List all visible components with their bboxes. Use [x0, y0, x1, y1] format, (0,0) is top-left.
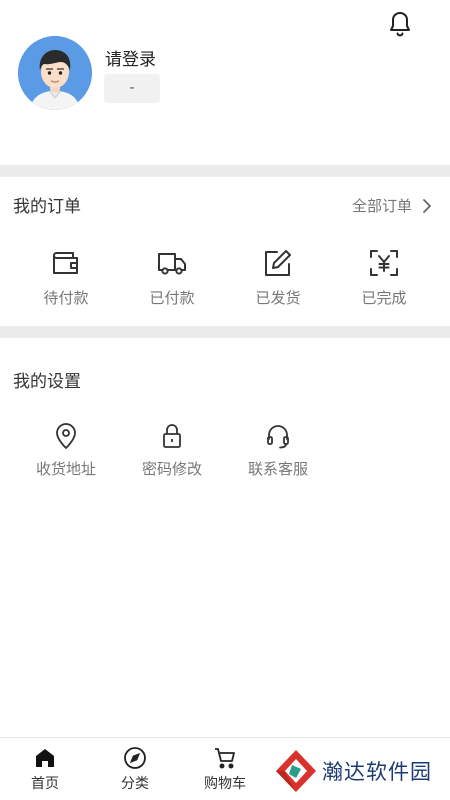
headset-icon — [267, 425, 289, 449]
order-status-label: 已完成 — [361, 289, 407, 307]
avatar-illustration — [18, 36, 92, 110]
tab-cart[interactable]: 购物车 — [180, 738, 270, 800]
tab-label: 首页 — [31, 776, 59, 792]
watermark: 瀚达软件园 — [270, 742, 450, 800]
login-prompt[interactable]: 请登录 — [105, 45, 156, 70]
order-status-label: 已付款 — [149, 289, 195, 307]
bell-icon[interactable] — [388, 10, 412, 38]
avatar[interactable] — [18, 36, 92, 110]
settings-section: 我的设置 收货地址 密码修改 联系客服 — [0, 338, 450, 737]
watermark-text: 瀚达软件园 — [322, 760, 432, 784]
order-status-pending-payment[interactable]: 待付款 — [13, 247, 119, 308]
wallet-icon — [53, 252, 78, 274]
tab-category[interactable]: 分类 — [90, 738, 180, 800]
orders-title: 我的订单 — [13, 197, 81, 217]
edit-icon — [265, 250, 291, 276]
cart-icon — [215, 748, 235, 769]
settings-item-label: 密码修改 — [141, 460, 202, 478]
user-level-badge: - — [104, 74, 160, 103]
settings-item-password[interactable]: 密码修改 — [119, 422, 225, 479]
divider — [0, 326, 450, 338]
settings-item-customer-service[interactable]: 联系客服 — [225, 422, 331, 479]
truck-icon — [158, 253, 186, 275]
all-orders-link[interactable]: 全部订单 — [352, 195, 432, 216]
order-status-label: 已发货 — [255, 289, 301, 307]
tab-label: 分类 — [121, 776, 149, 792]
settings-item-label: 收货地址 — [35, 460, 96, 478]
chevron-right-icon — [423, 198, 431, 213]
order-status-paid[interactable]: 已付款 — [119, 247, 225, 308]
order-status-completed[interactable]: 已完成 — [331, 247, 437, 308]
location-pin-icon — [56, 423, 76, 449]
lock-icon — [163, 424, 181, 448]
settings-item-label: 联系客服 — [247, 460, 308, 478]
watermark-logo — [276, 750, 316, 792]
tab-label: 购物车 — [204, 776, 246, 792]
tab-home[interactable]: 首页 — [0, 738, 90, 800]
all-orders-label: 全部订单 — [351, 197, 412, 215]
home-icon — [36, 749, 54, 767]
yen-scan-icon — [370, 250, 398, 276]
profile-header: 请登录 - — [0, 0, 450, 165]
settings-title: 我的设置 — [13, 372, 81, 392]
settings-item-address[interactable]: 收货地址 — [13, 422, 119, 479]
orders-section: 我的订单 全部订单 待付款 已付款 已发货 已完成 — [0, 177, 450, 326]
order-status-shipped[interactable]: 已发货 — [225, 247, 331, 308]
divider — [0, 165, 450, 177]
order-status-label: 待付款 — [43, 289, 89, 307]
compass-icon — [124, 747, 146, 769]
